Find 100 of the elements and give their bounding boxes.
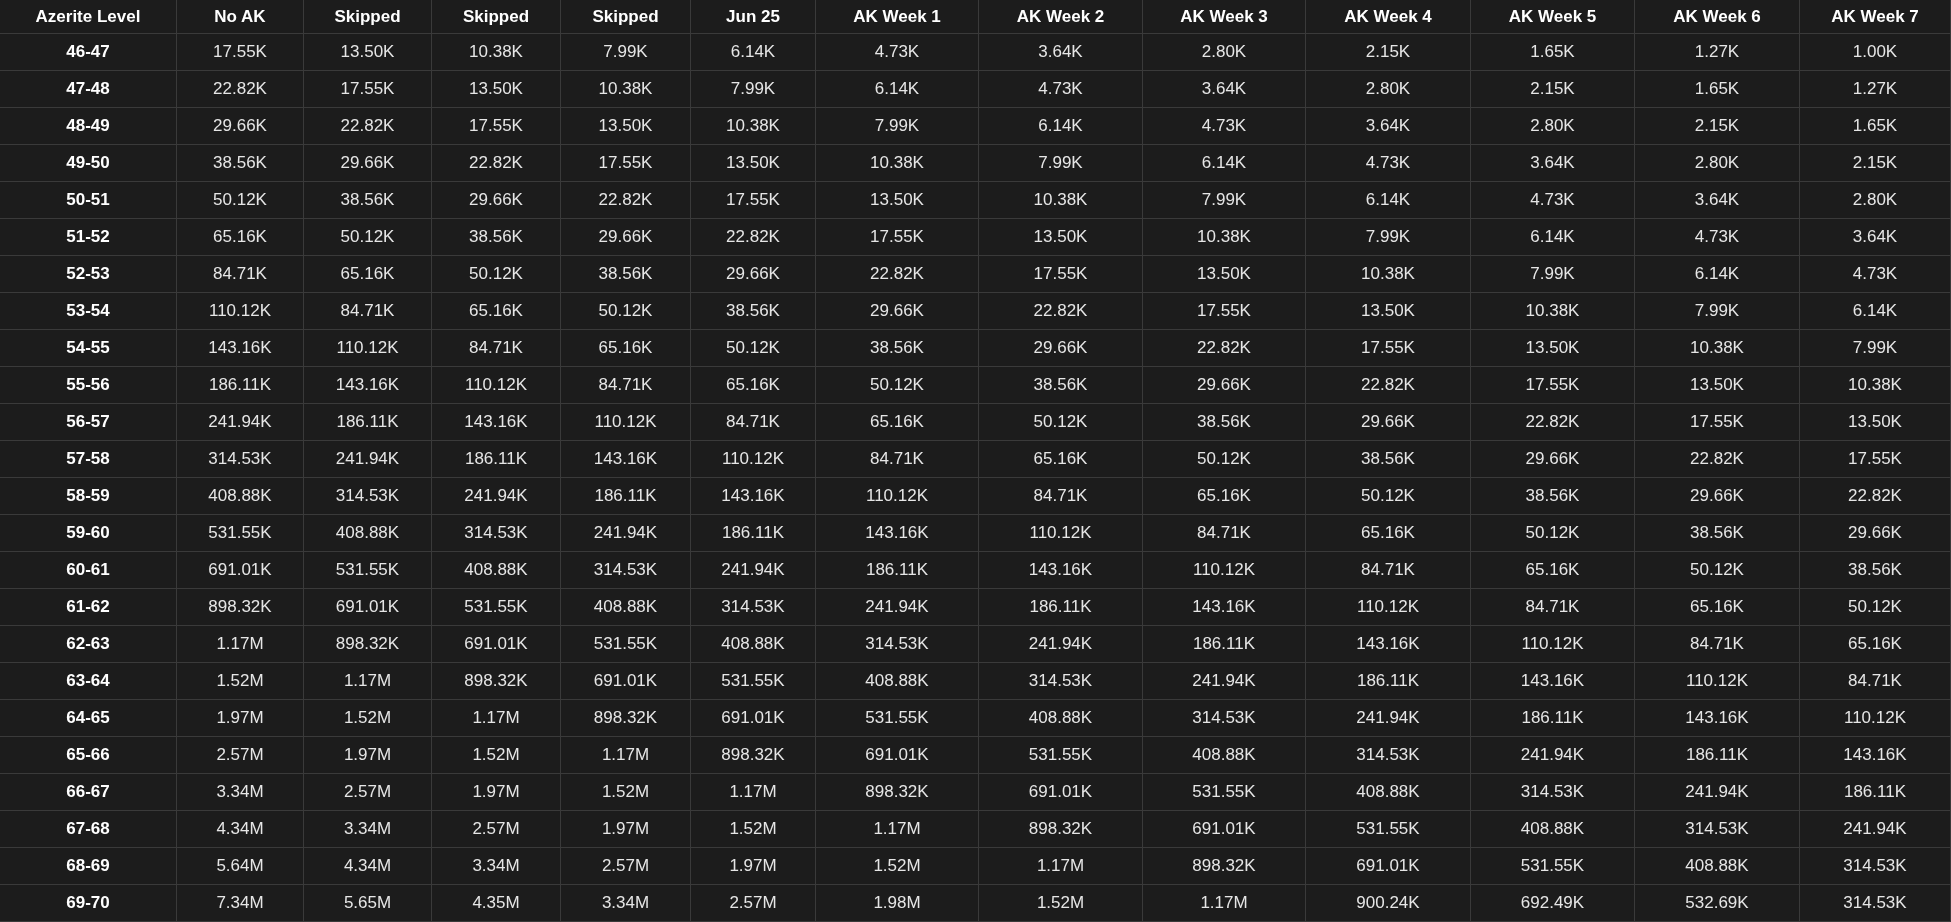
table-cell: 186.11K	[432, 441, 561, 477]
table-cell: 408.88K	[691, 626, 816, 662]
table-cell: 532.69K	[1635, 885, 1800, 921]
row-header: 56-57	[0, 404, 177, 440]
table-cell: 84.71K	[1306, 552, 1471, 588]
table-cell: 691.01K	[177, 552, 304, 588]
table-cell: 17.55K	[816, 219, 979, 255]
column-header: No AK	[177, 0, 304, 33]
table-cell: 2.57M	[432, 811, 561, 847]
table-cell: 84.71K	[177, 256, 304, 292]
column-header: Skipped	[561, 0, 691, 33]
table-cell: 10.38K	[691, 108, 816, 144]
table-cell: 84.71K	[432, 330, 561, 366]
table-cell: 1.17M	[432, 700, 561, 736]
table-cell: 1.27K	[1800, 71, 1951, 107]
table-cell: 1.97M	[177, 700, 304, 736]
table-cell: 241.94K	[432, 478, 561, 514]
table-cell: 4.73K	[1143, 108, 1306, 144]
table-cell: 6.14K	[816, 71, 979, 107]
table-cell: 7.99K	[816, 108, 979, 144]
table-cell: 241.94K	[304, 441, 432, 477]
table-cell: 10.38K	[1471, 293, 1635, 329]
table-cell: 241.94K	[1143, 663, 1306, 699]
table-cell: 186.11K	[691, 515, 816, 551]
table-cell: 50.12K	[177, 182, 304, 218]
table-cell: 38.56K	[1306, 441, 1471, 477]
row-header: 59-60	[0, 515, 177, 551]
table-cell: 6.14K	[1800, 293, 1951, 329]
table-cell: 898.32K	[979, 811, 1143, 847]
table-cell: 241.94K	[1471, 737, 1635, 773]
table-cell: 110.12K	[177, 293, 304, 329]
table-cell: 408.88K	[979, 700, 1143, 736]
table-cell: 6.14K	[691, 34, 816, 70]
table-cell: 2.57M	[304, 774, 432, 810]
table-cell: 65.16K	[432, 293, 561, 329]
table-cell: 241.94K	[1635, 774, 1800, 810]
table-cell: 38.56K	[1635, 515, 1800, 551]
table-cell: 84.71K	[979, 478, 1143, 514]
table-cell: 408.88K	[1635, 848, 1800, 884]
table-cell: 408.88K	[304, 515, 432, 551]
table-cell: 691.01K	[816, 737, 979, 773]
table-cell: 38.56K	[1471, 478, 1635, 514]
table-cell: 314.53K	[1800, 848, 1951, 884]
table-cell: 186.11K	[304, 404, 432, 440]
table-cell: 2.80K	[1306, 71, 1471, 107]
table-cell: 38.56K	[432, 219, 561, 255]
table-cell: 110.12K	[816, 478, 979, 514]
table-cell: 10.38K	[1306, 256, 1471, 292]
table-cell: 314.53K	[177, 441, 304, 477]
row-header: 49-50	[0, 145, 177, 181]
table-cell: 110.12K	[1143, 552, 1306, 588]
row-header: 52-53	[0, 256, 177, 292]
table-cell: 29.66K	[1306, 404, 1471, 440]
table-cell: 6.14K	[1306, 182, 1471, 218]
table-cell: 4.73K	[1306, 145, 1471, 181]
table-cell: 1.52M	[304, 700, 432, 736]
row-header: 62-63	[0, 626, 177, 662]
table-cell: 143.16K	[1471, 663, 1635, 699]
table-cell: 13.50K	[1800, 404, 1951, 440]
table-cell: 1.97M	[561, 811, 691, 847]
table-cell: 110.12K	[1471, 626, 1635, 662]
table-cell: 1.97M	[304, 737, 432, 773]
table-cell: 898.32K	[177, 589, 304, 625]
table-cell: 7.99K	[1143, 182, 1306, 218]
table-cell: 65.16K	[1800, 626, 1951, 662]
table-cell: 1.52M	[177, 663, 304, 699]
row-header: 65-66	[0, 737, 177, 773]
table-cell: 6.14K	[1635, 256, 1800, 292]
table-cell: 3.64K	[1143, 71, 1306, 107]
table-cell: 7.99K	[979, 145, 1143, 181]
table-cell: 2.80K	[1143, 34, 1306, 70]
table-cell: 110.12K	[1800, 700, 1951, 736]
table-cell: 38.56K	[1143, 404, 1306, 440]
table-cell: 29.66K	[816, 293, 979, 329]
table-cell: 110.12K	[432, 367, 561, 403]
table-cell: 1.17M	[691, 774, 816, 810]
table-cell: 1.65K	[1635, 71, 1800, 107]
table-cell: 50.12K	[561, 293, 691, 329]
table-cell: 65.16K	[561, 330, 691, 366]
table-cell: 408.88K	[1143, 737, 1306, 773]
table-cell: 241.94K	[1306, 700, 1471, 736]
table-cell: 143.16K	[816, 515, 979, 551]
table-cell: 29.66K	[177, 108, 304, 144]
table-cell: 110.12K	[304, 330, 432, 366]
table-cell: 898.32K	[691, 737, 816, 773]
table-cell: 241.94K	[177, 404, 304, 440]
row-header: 66-67	[0, 774, 177, 810]
table-cell: 531.55K	[177, 515, 304, 551]
row-header: 64-65	[0, 700, 177, 736]
table-cell: 4.73K	[979, 71, 1143, 107]
table-cell: 22.82K	[432, 145, 561, 181]
column-header: Skipped	[432, 0, 561, 33]
table-cell: 3.64K	[1800, 219, 1951, 255]
table-cell: 65.16K	[1306, 515, 1471, 551]
table-cell: 65.16K	[1635, 589, 1800, 625]
table-cell: 1.27K	[1635, 34, 1800, 70]
table-cell: 22.82K	[304, 108, 432, 144]
table-cell: 22.82K	[691, 219, 816, 255]
row-header: 60-61	[0, 552, 177, 588]
table-cell: 1.52M	[816, 848, 979, 884]
